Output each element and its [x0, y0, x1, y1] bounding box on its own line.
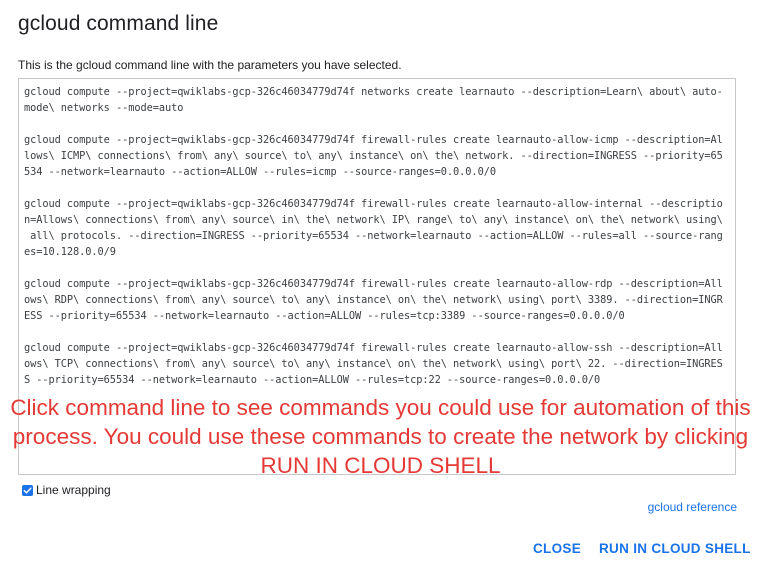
gcloud-command-dialog: gcloud command line This is the gcloud c…: [0, 0, 761, 573]
checkmark-icon: [23, 486, 32, 494]
command-line-text[interactable]: gcloud compute --project=qwiklabs-gcp-32…: [24, 84, 727, 388]
line-wrapping-option[interactable]: Line wrapping: [22, 483, 111, 497]
dialog-title: gcloud command line: [18, 12, 219, 35]
annotation-note: Click command line to see commands you c…: [10, 395, 751, 478]
gcloud-reference-link[interactable]: gcloud reference: [648, 500, 737, 514]
line-wrapping-checkbox[interactable]: [22, 484, 33, 496]
run-in-cloud-shell-button[interactable]: RUN IN CLOUD SHELL: [599, 541, 751, 556]
close-button[interactable]: CLOSE: [533, 541, 581, 556]
line-wrapping-label: Line wrapping: [36, 483, 111, 497]
dialog-subtitle: This is the gcloud command line with the…: [18, 58, 402, 72]
